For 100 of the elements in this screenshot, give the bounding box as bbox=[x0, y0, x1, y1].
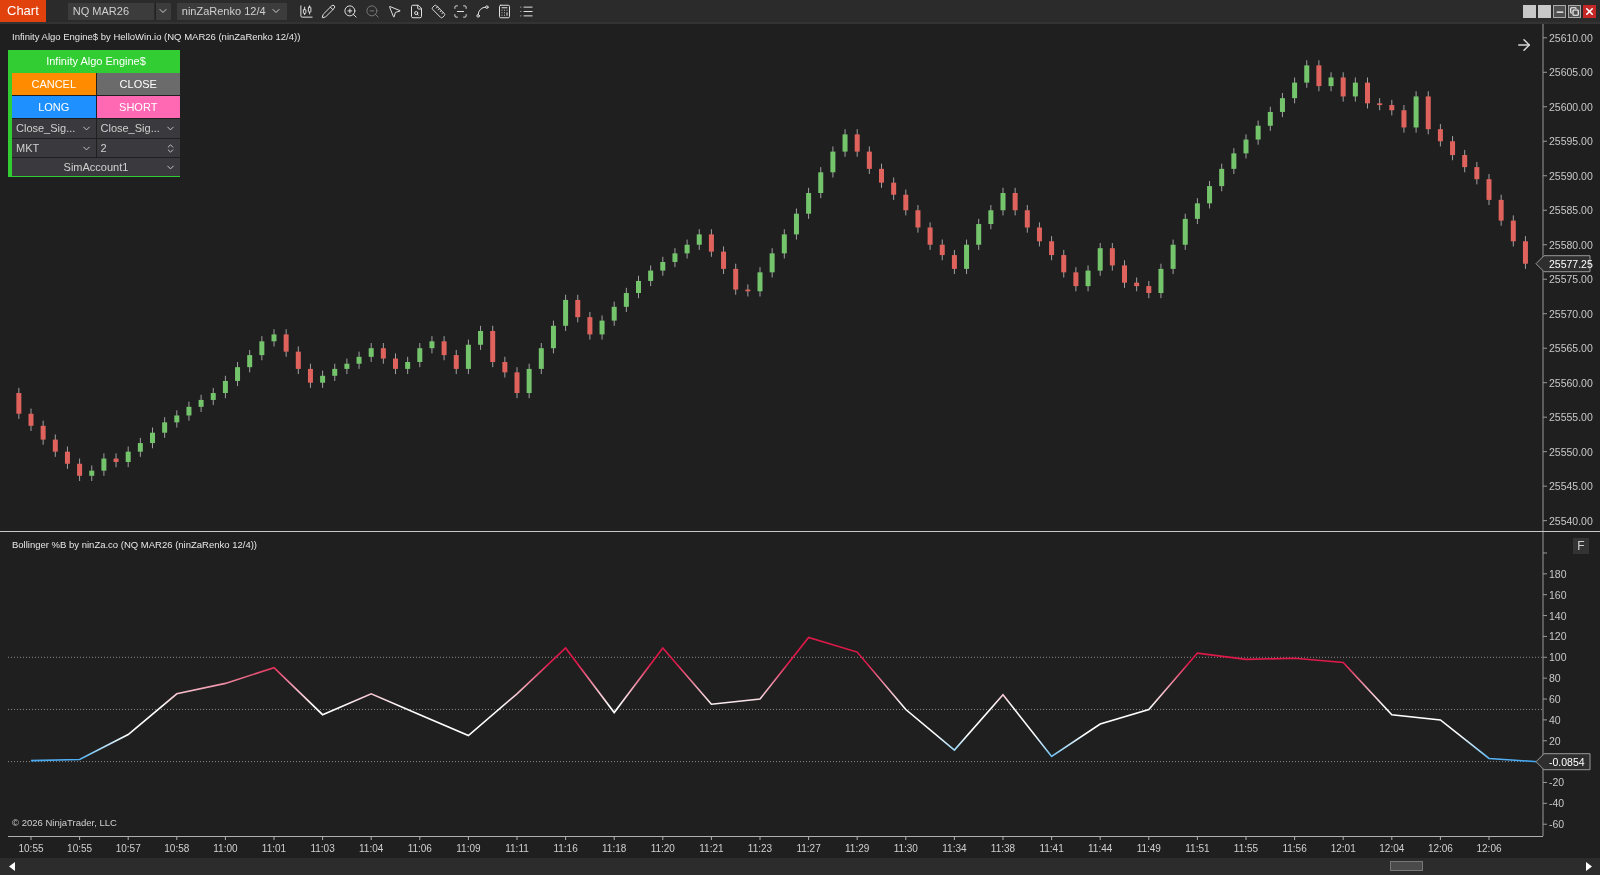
candle bbox=[611, 301, 617, 327]
instrument-caret-button[interactable] bbox=[154, 2, 171, 20]
order-type-dropdown[interactable]: MKT bbox=[12, 139, 96, 157]
candle bbox=[137, 437, 143, 458]
bar-type-dropdown[interactable]: ninZaRenko 12/4 bbox=[176, 2, 287, 20]
calculator-icon[interactable] bbox=[496, 3, 512, 19]
window-button[interactable] bbox=[1538, 4, 1551, 18]
x-tick-label: 12:06 bbox=[1476, 843, 1502, 854]
candle bbox=[842, 128, 848, 158]
candle bbox=[745, 283, 751, 297]
close-button[interactable] bbox=[1583, 4, 1596, 18]
candle bbox=[514, 366, 520, 399]
candle bbox=[1316, 59, 1322, 92]
candle bbox=[988, 204, 994, 230]
candle bbox=[235, 361, 241, 387]
candle bbox=[77, 458, 83, 482]
line-chart-icon[interactable] bbox=[474, 3, 490, 19]
account-dropdown[interactable]: SimAccount1 bbox=[12, 158, 180, 176]
list-icon[interactable] bbox=[518, 3, 534, 19]
candle bbox=[733, 263, 739, 296]
f-button[interactable]: F bbox=[1573, 538, 1589, 554]
candle bbox=[660, 256, 666, 277]
candle bbox=[1377, 97, 1383, 111]
candle bbox=[247, 349, 253, 373]
y-tick-label: 25605.00 bbox=[1549, 66, 1593, 79]
x-tick-label: 11:06 bbox=[407, 843, 433, 854]
scrollbar-thumb[interactable] bbox=[1390, 861, 1423, 871]
instrument-dropdown[interactable]: NQ MAR26 bbox=[67, 2, 154, 20]
x-tick-label: 11:30 bbox=[893, 843, 919, 854]
spinner-icon[interactable] bbox=[165, 142, 176, 154]
candle bbox=[1510, 214, 1516, 247]
scan-icon[interactable] bbox=[452, 3, 468, 19]
candle bbox=[672, 247, 678, 268]
candle bbox=[1194, 197, 1200, 225]
candle bbox=[307, 363, 313, 389]
candle bbox=[927, 221, 933, 251]
restore-button[interactable] bbox=[1568, 4, 1581, 18]
pencil-icon[interactable] bbox=[320, 3, 336, 19]
candle bbox=[1437, 123, 1443, 147]
candle bbox=[1049, 235, 1055, 261]
x-tick-label: 11:03 bbox=[310, 843, 336, 854]
copyright-text: © 2026 NinjaTrader, LLC bbox=[12, 816, 117, 830]
candle bbox=[976, 218, 982, 251]
x-tick-label: 11:49 bbox=[1136, 843, 1162, 854]
candle bbox=[854, 128, 860, 158]
candle bbox=[1522, 235, 1528, 270]
candle bbox=[575, 294, 581, 323]
candle bbox=[1328, 71, 1334, 92]
x-tick-label: 11:34 bbox=[942, 843, 967, 854]
close-icon bbox=[1584, 5, 1595, 17]
x-tick-label: 11:56 bbox=[1282, 843, 1308, 854]
candle bbox=[198, 394, 204, 413]
candlestick-icon[interactable] bbox=[298, 3, 314, 19]
scrollbar[interactable] bbox=[0, 858, 1600, 875]
signal-dropdown[interactable]: Close_Sig... bbox=[96, 119, 180, 138]
window-button[interactable] bbox=[1523, 4, 1536, 18]
x-tick-label: 10:55 bbox=[18, 843, 44, 854]
pointer-icon[interactable] bbox=[386, 3, 402, 19]
candle bbox=[417, 342, 423, 368]
window-title: Chart bbox=[0, 0, 46, 22]
candle bbox=[295, 346, 301, 375]
candle bbox=[538, 342, 544, 375]
x-tick-label: 11:23 bbox=[747, 843, 773, 854]
candle bbox=[1122, 259, 1127, 289]
signal-dropdown[interactable]: Close_Sig... bbox=[12, 119, 96, 138]
x-tick-label: 12:04 bbox=[1379, 843, 1405, 854]
candle bbox=[1498, 194, 1504, 227]
x-tick-label: 11:04 bbox=[359, 843, 384, 854]
candle bbox=[101, 452, 107, 477]
scroll-right-icon[interactable] bbox=[1586, 862, 1592, 871]
order-button[interactable]: CLOSE bbox=[96, 73, 180, 95]
x-tick-label: 11:41 bbox=[1039, 843, 1065, 854]
candle bbox=[1413, 90, 1419, 134]
arrow-right-icon[interactable] bbox=[1515, 36, 1533, 54]
candle bbox=[830, 145, 836, 178]
quantity-field[interactable]: 2 bbox=[96, 139, 180, 157]
y-tick-label: 40 bbox=[1549, 713, 1561, 726]
candle bbox=[1219, 163, 1225, 192]
candle bbox=[1255, 120, 1261, 146]
ruler-icon[interactable] bbox=[430, 3, 446, 19]
candle bbox=[757, 266, 763, 297]
y-tick-label: 25545.00 bbox=[1549, 480, 1593, 493]
x-tick-label: 11:11 bbox=[505, 843, 530, 854]
candle bbox=[1486, 173, 1492, 206]
x-tick-label: 12:01 bbox=[1330, 843, 1357, 854]
scroll-left-icon[interactable] bbox=[9, 862, 15, 871]
candle bbox=[40, 420, 46, 446]
candle bbox=[52, 433, 58, 458]
x-tick-label: 11:21 bbox=[699, 843, 724, 854]
document-search-icon[interactable] bbox=[408, 3, 424, 19]
candle bbox=[939, 239, 945, 261]
y-tick-label: 160 bbox=[1549, 588, 1567, 601]
y-tick-label: 60 bbox=[1549, 693, 1561, 706]
minimize-button[interactable] bbox=[1553, 4, 1566, 18]
zoom-in-icon[interactable] bbox=[342, 3, 358, 19]
zoom-out-icon[interactable] bbox=[364, 3, 380, 19]
y-tick-label: 25550.00 bbox=[1549, 445, 1593, 458]
candle bbox=[903, 189, 909, 216]
candle bbox=[721, 245, 727, 275]
candle bbox=[320, 370, 326, 389]
